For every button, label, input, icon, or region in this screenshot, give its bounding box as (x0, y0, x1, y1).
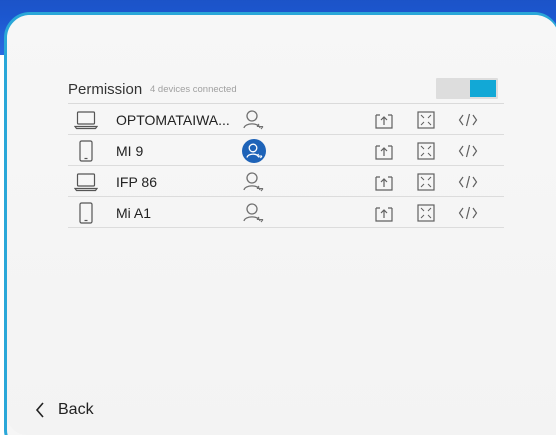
chevron-left-icon (35, 402, 44, 418)
device-window: Permission 4 devices connected OPTOMATAI… (0, 0, 556, 435)
back-button[interactable]: Back (34, 397, 94, 423)
device-row: MI 9 (68, 135, 504, 166)
user-permission-icon[interactable] (240, 107, 268, 133)
device-list: OPTOMATAIWA... MI 9 IFP 86 Mi A1 (68, 104, 504, 228)
device-row: OPTOMATAIWA... (68, 104, 504, 135)
share-screen-icon[interactable] (374, 110, 394, 130)
code-icon[interactable] (458, 110, 478, 130)
laptop-icon (74, 173, 98, 192)
laptop-icon (74, 111, 98, 130)
share-screen-icon[interactable] (374, 172, 394, 192)
fullscreen-icon[interactable] (416, 110, 436, 130)
page-title: Permission (68, 81, 143, 98)
device-name: Mi A1 (116, 205, 152, 221)
fullscreen-icon[interactable] (416, 203, 436, 223)
permission-toggle[interactable] (436, 78, 498, 99)
device-row: Mi A1 (68, 197, 504, 228)
user-permission-icon[interactable] (240, 200, 268, 226)
code-icon[interactable] (458, 172, 478, 192)
phone-icon (79, 202, 93, 224)
code-icon[interactable] (458, 203, 478, 223)
device-name: MI 9 (116, 143, 144, 159)
back-label: Back (58, 401, 94, 418)
phone-icon (79, 140, 93, 162)
fullscreen-icon[interactable] (416, 172, 436, 192)
user-permission-icon[interactable] (240, 169, 268, 195)
share-screen-icon[interactable] (374, 141, 394, 161)
permission-header: Permission 4 devices connected (68, 64, 504, 104)
code-icon[interactable] (458, 141, 478, 161)
toggle-knob (470, 80, 496, 97)
fullscreen-icon[interactable] (416, 141, 436, 161)
device-name: IFP 86 (116, 174, 157, 190)
device-name: OPTOMATAIWA... (116, 112, 230, 128)
device-row: IFP 86 (68, 166, 504, 197)
user-permission-active-icon[interactable] (240, 138, 268, 164)
share-screen-icon[interactable] (374, 203, 394, 223)
devices-count: 4 devices connected (150, 84, 237, 95)
